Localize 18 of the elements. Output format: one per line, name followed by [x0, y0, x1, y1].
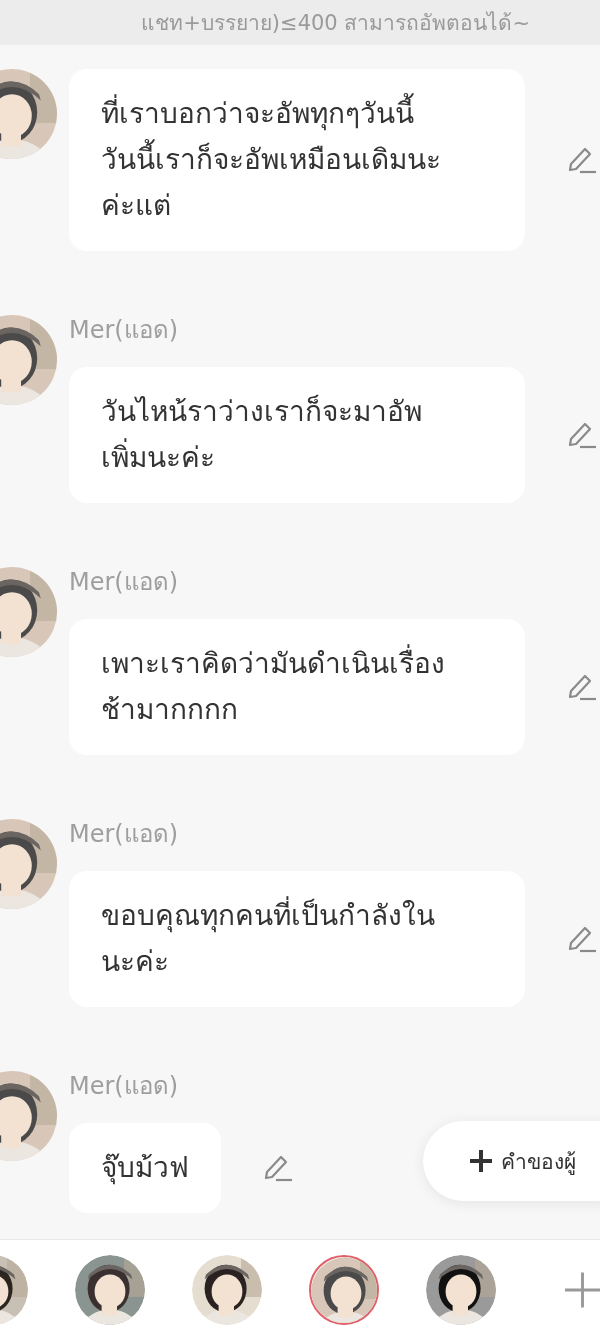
message-bubble: วันไหน้ราว่างเราก็จะมาอัพ เพิ่มนะค่ะ	[69, 367, 525, 503]
sender-name: Mer(แอด)	[69, 819, 180, 849]
plus-icon[interactable]	[565, 1271, 600, 1308]
pencil-icon[interactable]	[567, 146, 597, 174]
sender-name: Mer(แอด)	[69, 567, 180, 597]
pencil-icon[interactable]	[567, 421, 597, 449]
add-comment-button[interactable]: คำของผู้	[423, 1121, 600, 1201]
sender-name: Mer(แอด)	[69, 315, 180, 345]
message-bubble: ที่เราบอกว่าจะอัพทุกๆวันนี้ วันนี้เราก็จะอัพเหมือนเดิมนะ ค่ะแต่	[69, 69, 525, 251]
pencil-icon[interactable]	[263, 1154, 293, 1182]
message-bubble: ขอบคุณทุกคนที่เป็นกำลังใน นะค่ะ	[69, 871, 525, 1007]
banner-text: แชท+บรรยาย)≤400 สามารถอัพตอนได้~	[141, 10, 530, 37]
pencil-icon[interactable]	[567, 925, 597, 953]
message-bubble: จุ๊บม้วฟ	[69, 1123, 221, 1213]
pencil-icon[interactable]	[567, 673, 597, 701]
plus-icon	[469, 1149, 493, 1173]
sender-name: Mer(แอด)	[69, 1071, 180, 1101]
message-bubble: เพาะเราคิดว่ามันดำเนินเรื่อง ช้ามากกกก	[69, 619, 525, 755]
